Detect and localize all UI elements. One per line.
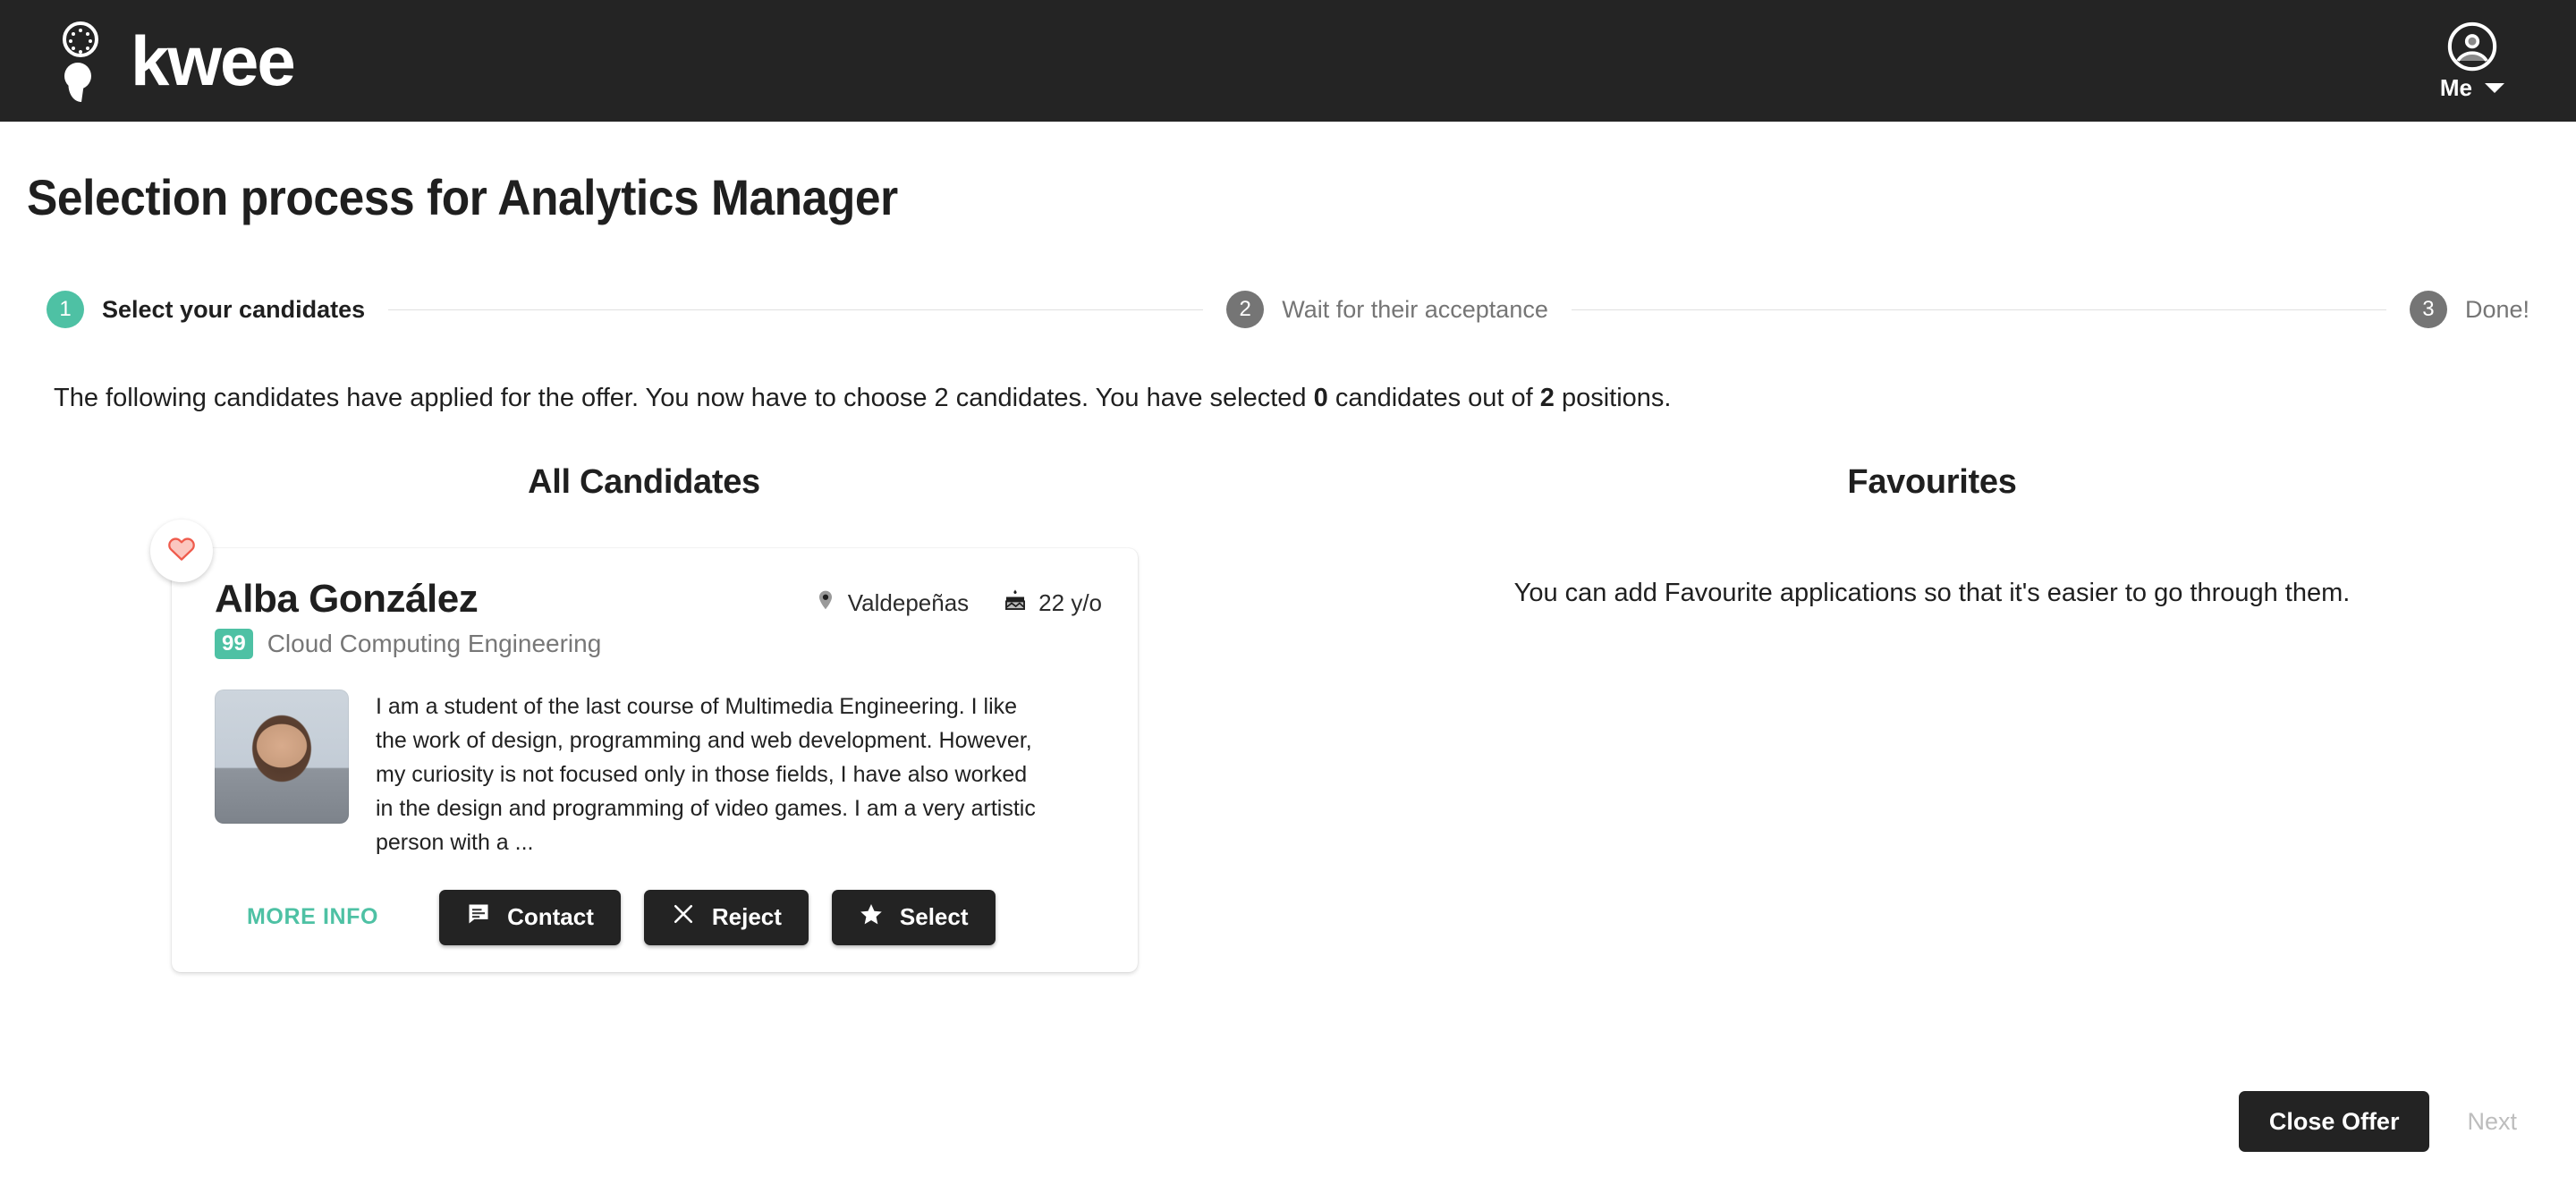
summary-part-3: positions. <box>1554 384 1672 412</box>
step-number-badge: 2 <box>1226 291 1265 328</box>
select-button-label: Select <box>899 903 969 931</box>
step-number-badge: 1 <box>47 291 84 328</box>
close-x-icon <box>671 901 696 933</box>
account-menu[interactable]: Me <box>2440 21 2522 102</box>
favourites-empty-message: You can add Favourite applications so th… <box>1513 579 2351 607</box>
candidate-photo <box>215 689 349 824</box>
candidate-score-badge: 99 <box>215 629 253 659</box>
candidate-identity: Alba González 99 Cloud Computing Enginee… <box>215 577 601 659</box>
chevron-down-icon <box>2485 82 2504 93</box>
all-candidates-column: All Candidates Alba González 99 Cloud Co… <box>0 463 1288 972</box>
all-candidates-title: All Candidates <box>528 463 760 501</box>
stepper-step-1: 1 Select your candidates <box>47 291 365 328</box>
candidates-columns: All Candidates Alba González 99 Cloud Co… <box>0 463 2576 972</box>
step-label: Done! <box>2464 295 2530 323</box>
stepper-step-3: 3 Done! <box>2409 291 2530 328</box>
stepper-connector <box>1571 309 2386 310</box>
top-navigation-bar: kwee Me <box>0 0 2576 122</box>
positions-count: 2 <box>1539 384 1555 412</box>
message-icon <box>466 901 491 933</box>
more-info-link[interactable]: MORE INFO <box>247 904 378 930</box>
select-button[interactable]: Select <box>831 889 996 945</box>
candidate-body: I am a student of the last course of Mul… <box>215 689 1102 859</box>
kwee-semicolon-logo <box>54 16 107 106</box>
candidate-role: Cloud Computing Engineering <box>267 629 602 657</box>
reject-button[interactable]: Reject <box>643 889 809 945</box>
heart-icon <box>166 534 197 569</box>
selected-count: 0 <box>1313 384 1328 412</box>
close-offer-button[interactable]: Close Offer <box>2238 1091 2430 1152</box>
candidate-header: Alba González 99 Cloud Computing Enginee… <box>215 577 1102 659</box>
account-circle-icon <box>2446 21 2498 72</box>
progress-stepper: 1 Select your candidates 2 Wait for thei… <box>47 291 2529 328</box>
favourite-button[interactable] <box>150 520 213 582</box>
candidate-location-text: Valdepeñas <box>847 589 970 616</box>
footer-actions: Close Offer Next <box>2238 1091 2522 1152</box>
favourites-title: Favourites <box>1847 463 2017 501</box>
candidate-location: Valdepeñas <box>814 588 969 618</box>
account-label: Me <box>2439 73 2472 101</box>
candidate-age-text: 22 y/o <box>1038 589 1102 616</box>
candidate-card: Alba González 99 Cloud Computing Enginee… <box>172 548 1138 972</box>
summary-part-2: candidates out of <box>1327 384 1540 412</box>
step-label: Select your candidates <box>102 295 366 323</box>
favourites-column: Favourites You can add Favourite applica… <box>1288 463 2576 972</box>
stepper-connector <box>388 309 1204 310</box>
candidate-name: Alba González <box>215 577 479 621</box>
stepper-step-2: 2 Wait for their acceptance <box>1226 291 1548 328</box>
brand-logo[interactable]: kwee <box>54 16 296 106</box>
page-title: Selection process for Analytics Manager <box>27 169 898 225</box>
next-button: Next <box>2462 1107 2522 1137</box>
summary-part-1: The following candidates have applied fo… <box>54 384 1314 412</box>
candidate-age: 22 y/o <box>1003 588 1102 619</box>
step-label: Wait for their acceptance <box>1282 295 1548 323</box>
contact-button-label: Contact <box>507 903 594 931</box>
step-number-badge: 3 <box>2409 291 2447 328</box>
star-icon <box>859 901 884 933</box>
candidate-bio: I am a student of the last course of Mul… <box>376 693 1036 855</box>
candidate-actions: MORE INFO Contact Reject Select <box>215 889 1102 945</box>
location-pin-icon <box>814 588 837 618</box>
candidate-card-wrapper: Alba González 99 Cloud Computing Enginee… <box>150 520 1138 972</box>
reject-button-label: Reject <box>711 903 782 931</box>
candidate-role-row: 99 Cloud Computing Engineering <box>215 629 601 659</box>
selection-summary-text: The following candidates have applied fo… <box>54 384 2576 413</box>
brand-name: kwee <box>131 21 296 100</box>
candidate-meta: Valdepeñas 22 y/o <box>814 579 1102 619</box>
contact-button[interactable]: Contact <box>439 889 621 945</box>
birthday-cake-icon <box>1003 588 1028 619</box>
